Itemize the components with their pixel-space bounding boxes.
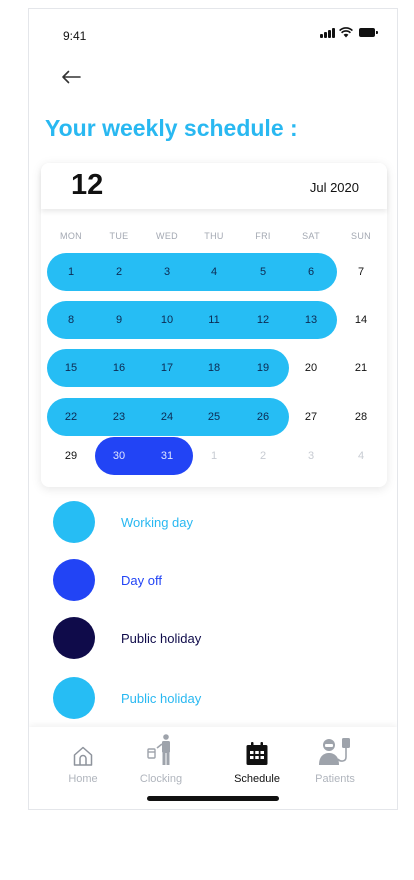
legend-item: Day off — [53, 558, 162, 602]
weekday-label: SUN — [351, 231, 371, 241]
nav-clocking-label: Clocking — [139, 773, 183, 785]
calendar-day[interactable]: 2 — [243, 437, 283, 475]
nav-patients[interactable]: Patients — [299, 733, 371, 795]
page-title: Your weekly schedule : — [45, 115, 298, 141]
battery-icon — [359, 28, 378, 37]
calendar-day[interactable]: 29 — [51, 437, 91, 475]
calendar-card: 12 Jul 2020 MON TUE WED THU FRI SAT SUN 123456… — [41, 163, 387, 487]
nav-home[interactable]: Home — [47, 733, 119, 795]
calendar-day[interactable]: 11 — [194, 301, 234, 339]
clocking-icon — [147, 734, 170, 765]
calendar-day[interactable]: 27 — [291, 398, 331, 436]
legend-color-dot — [53, 677, 95, 719]
calendar-day[interactable]: 12 — [243, 301, 283, 339]
calendar-day[interactable]: 20 — [291, 349, 331, 387]
status-time: 9:41 — [63, 29, 87, 43]
calendar-day[interactable]: 21 — [341, 349, 381, 387]
wifi-icon — [339, 27, 353, 38]
calendar-day[interactable]: 5 — [243, 253, 283, 291]
calendar-day[interactable]: 3 — [147, 253, 187, 291]
home-icon — [73, 746, 93, 766]
month-label[interactable]: Jul 2020 — [310, 180, 359, 195]
calendar-icon — [246, 742, 268, 765]
calendar-day[interactable]: 1 — [194, 437, 234, 475]
status-bar: 9:41 — [29, 9, 397, 53]
weekday-label: THU — [204, 231, 224, 241]
weekday-label: WED — [156, 231, 178, 241]
calendar-day[interactable]: 30 — [99, 437, 139, 475]
calendar-day[interactable]: 18 — [194, 349, 234, 387]
legend-item: Public holiday — [53, 676, 201, 720]
calendar-day[interactable]: 26 — [243, 398, 283, 436]
legend-color-dot — [53, 617, 95, 659]
weekday-header-row: MON TUE WED THU FRI SAT SUN — [41, 231, 387, 243]
nav-home-label: Home — [68, 773, 98, 785]
calendar-day[interactable]: 22 — [51, 398, 91, 436]
phone-screen: 9:41 Your weekly schedule : 12 Jul 2020 … — [28, 8, 398, 810]
legend-color-dot — [53, 559, 95, 601]
calendar-day[interactable]: 19 — [243, 349, 283, 387]
calendar-day[interactable]: 14 — [341, 301, 381, 339]
calendar-day[interactable]: 3 — [291, 437, 331, 475]
calendar-day[interactable]: 24 — [147, 398, 187, 436]
weekday-label: FRI — [255, 231, 271, 241]
weekday-label: SAT — [302, 231, 320, 241]
back-button[interactable] — [57, 63, 85, 91]
calendar-day[interactable]: 9 — [99, 301, 139, 339]
week-row: 8 9 10 11 12 13 14 — [41, 301, 387, 341]
signal-icon — [320, 27, 335, 38]
legend-label: Public holiday — [121, 690, 202, 706]
calendar-day[interactable]: 16 — [99, 349, 139, 387]
calendar-day[interactable]: 1 — [51, 253, 91, 291]
calendar-day[interactable]: 8 — [51, 301, 91, 339]
week-row: 15 16 17 18 19 20 21 — [41, 349, 387, 389]
nav-patients-label: Patients — [315, 773, 355, 785]
legend-item: Working day — [53, 500, 193, 544]
legend-color-dot — [53, 501, 95, 543]
calendar-day[interactable]: 28 — [341, 398, 381, 436]
calendar-day[interactable]: 4 — [341, 437, 381, 475]
week-row: 1234567 — [41, 253, 387, 293]
calendar-day[interactable]: 17 — [147, 349, 187, 387]
week-row: 29 30 31 1 2 3 4 — [41, 437, 387, 477]
status-icons — [320, 27, 378, 38]
legend-label: Day off — [121, 572, 162, 588]
legend-label: Working day — [121, 514, 194, 530]
bottom-nav: Home Clocking Schedule Patients — [29, 727, 397, 809]
home-indicator — [147, 796, 279, 801]
weekday-label: MON — [60, 231, 82, 241]
calendar-day[interactable]: 23 — [99, 398, 139, 436]
calendar-day[interactable]: 13 — [291, 301, 331, 339]
calendar-day[interactable]: 6 — [291, 253, 331, 291]
calendar-header: 12 Jul 2020 — [41, 163, 387, 209]
nav-schedule-label: Schedule — [234, 773, 280, 785]
patient-icon — [319, 738, 350, 765]
calendar-day[interactable]: 15 — [51, 349, 91, 387]
arrow-left-icon — [62, 70, 81, 84]
calendar-day[interactable]: 31 — [147, 437, 187, 475]
calendar-day[interactable]: 2 — [99, 253, 139, 291]
weekday-label: TUE — [109, 231, 129, 241]
calendar-day[interactable]: 7 — [341, 253, 381, 291]
nav-schedule[interactable]: Schedule — [221, 733, 293, 795]
legend-item: Public holiday — [53, 616, 201, 660]
week-row: 22 23 24 25 26 27 28 — [41, 398, 387, 438]
legend-label: Public holiday — [121, 630, 202, 646]
selected-day-number: 12 — [71, 169, 104, 201]
nav-clocking[interactable]: Clocking — [125, 733, 197, 795]
calendar-day[interactable]: 4 — [194, 253, 234, 291]
calendar-day[interactable]: 10 — [147, 301, 187, 339]
calendar-day[interactable]: 25 — [194, 398, 234, 436]
